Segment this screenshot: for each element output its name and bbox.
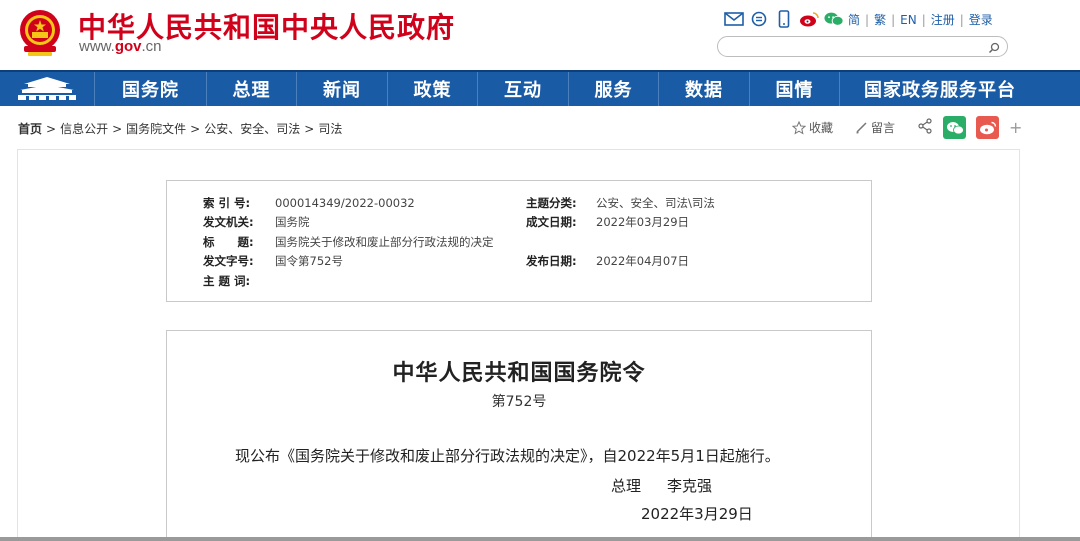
meta-category-row: 主题分类: 公安、安全、司法\司法 [526, 195, 715, 211]
meta-index-row: 索 引 号: 000014349/2022-00032 [203, 195, 415, 211]
breadcrumb: 首页 > 信息公开 > 国务院文件 > 公安、安全、司法 > 司法 [18, 120, 342, 137]
document-text: 现公布《国务院关于修改和废止部分行政法规的决定》，自2022年5月1日起施行。 [235, 447, 780, 465]
breadcrumb-home[interactable]: 首页 [18, 122, 42, 136]
share-icon[interactable] [917, 118, 933, 137]
site-header: 中华人民共和国中央人民政府 www.gov.cn 简 | 繁 | EN | 注册… [0, 0, 1080, 70]
star-icon [792, 120, 806, 135]
weibo-icon[interactable] [799, 10, 819, 28]
domain-main: gov [114, 38, 142, 55]
domain-prefix: www. [79, 38, 115, 55]
favorite-button[interactable]: 收藏 [792, 119, 833, 136]
share-wechat-icon[interactable] [943, 116, 967, 139]
comment-button[interactable]: 留言 [855, 119, 895, 136]
meta-index-label: 索 引 号: [203, 196, 251, 210]
meta-keywords-label: 主 题 词: [203, 274, 251, 288]
document-signature: 总理 李克强 [611, 475, 712, 496]
document-title: 中华人民共和国国务院令 [392, 361, 646, 386]
meta-title-row: 标 题: 国务院关于修改和废止部分行政法规的决定 [203, 234, 494, 250]
meta-docno-value: 国令第752号 [275, 254, 343, 268]
divider: | [959, 12, 964, 27]
breadcrumb-public-security[interactable]: 公安、安全、司法 [204, 122, 300, 136]
message-icon[interactable] [749, 10, 769, 28]
nav-item-gov-service-platform[interactable]: 国家政务服务平台 [840, 72, 1040, 106]
wechat-icon[interactable] [824, 10, 844, 28]
signature-role: 总理 [611, 477, 642, 495]
document-metadata-table: 索 引 号: 000014349/2022-00032 发文机关: 国务院 标 题:… [166, 180, 872, 302]
breadcrumb-state-council-docs[interactable]: 国务院文件 [126, 122, 186, 136]
meta-docno-label: 发文字号: [203, 254, 254, 268]
nav-item-interaction[interactable]: 互动 [478, 72, 569, 106]
top-icon-bar [724, 10, 849, 28]
meta-published-row: 发布日期: 2022年04月07日 [526, 253, 689, 269]
breadcrumb-separator: > [304, 122, 315, 136]
nav-item-news[interactable]: 新闻 [297, 72, 388, 106]
link-traditional[interactable]: 繁 [874, 11, 886, 28]
meta-title-value: 国务院关于修改和废止部分行政法规的决定 [275, 235, 494, 249]
meta-issuer-label: 发文机关: [203, 215, 254, 229]
share-weibo-icon[interactable] [976, 116, 1000, 139]
site-domain: www.gov.cn [79, 38, 162, 55]
document-date: 2022年3月29日 [641, 505, 753, 523]
nav-item-state-council[interactable]: 国务院 [95, 72, 207, 106]
meta-category-value: 公安、安全、司法\司法 [596, 196, 715, 210]
nav-item-services[interactable]: 服务 [569, 72, 659, 106]
main-nav: 国务院 总理 新闻 政策 互动 服务 数据 国情 国家政务服务平台 [0, 70, 1080, 106]
national-emblem-logo[interactable] [18, 8, 62, 58]
nav-item-premier[interactable]: 总理 [207, 72, 297, 106]
search-box [717, 36, 1008, 57]
meta-issuer-value: 国务院 [275, 215, 310, 229]
breadcrumb-judicial[interactable]: 司法 [318, 122, 342, 136]
nav-item-policy[interactable]: 政策 [388, 72, 478, 106]
meta-published-value: 2022年04月07日 [596, 254, 690, 268]
meta-category-label: 主题分类: [526, 196, 577, 210]
page-actions: 收藏 留言 + [792, 116, 1022, 139]
meta-written-value: 2022年03月29日 [596, 215, 690, 229]
breadcrumb-separator: > [190, 122, 201, 136]
mobile-icon[interactable] [774, 10, 794, 28]
search-input[interactable] [728, 39, 978, 55]
share-bar: + [917, 116, 1022, 139]
pencil-icon [856, 122, 867, 134]
nav-home[interactable] [0, 72, 95, 106]
favorite-label: 收藏 [809, 121, 834, 135]
breadcrumb-separator: > [112, 122, 123, 136]
signature-name: 李克强 [667, 477, 713, 495]
meta-published-label: 发布日期: [526, 254, 577, 268]
document-body-panel: 中华人民共和国国务院令 第752号 现公布《国务院关于修改和废止部分行政法规的决… [166, 330, 872, 541]
bottom-edge-bar [0, 537, 1080, 541]
meta-written-row: 成文日期: 2022年03月29日 [526, 214, 689, 230]
divider: | [891, 12, 896, 27]
tiananmen-icon [18, 77, 76, 100]
breadcrumb-separator: > [46, 122, 57, 136]
breadcrumb-info-disclosure[interactable]: 信息公开 [60, 122, 108, 136]
meta-written-label: 成文日期: [526, 215, 577, 229]
divider: | [921, 12, 926, 27]
link-simplified[interactable]: 简 [848, 11, 860, 28]
link-login[interactable]: 登录 [969, 11, 993, 28]
link-english[interactable]: EN [900, 13, 917, 27]
meta-keywords-row: 主 题 词: [203, 273, 275, 289]
meta-issuer-row: 发文机关: 国务院 [203, 214, 310, 230]
nav-item-data[interactable]: 数据 [659, 72, 750, 106]
share-more-icon[interactable]: + [1009, 118, 1022, 137]
search-icon[interactable] [987, 40, 1001, 54]
comment-label: 留言 [871, 121, 896, 135]
meta-docno-row: 发文字号: 国令第752号 [203, 253, 343, 269]
meta-index-value: 000014349/2022-00032 [275, 196, 415, 210]
meta-title-label: 标 题: [203, 235, 254, 249]
document-number: 第752号 [491, 394, 547, 410]
mail-icon[interactable] [724, 10, 744, 28]
nav-item-national-info[interactable]: 国情 [750, 72, 840, 106]
link-register[interactable]: 注册 [931, 11, 955, 28]
language-login-links: 简 | 繁 | EN | 注册 | 登录 [848, 11, 993, 28]
domain-suffix: .cn [141, 38, 162, 55]
divider: | [865, 12, 870, 27]
